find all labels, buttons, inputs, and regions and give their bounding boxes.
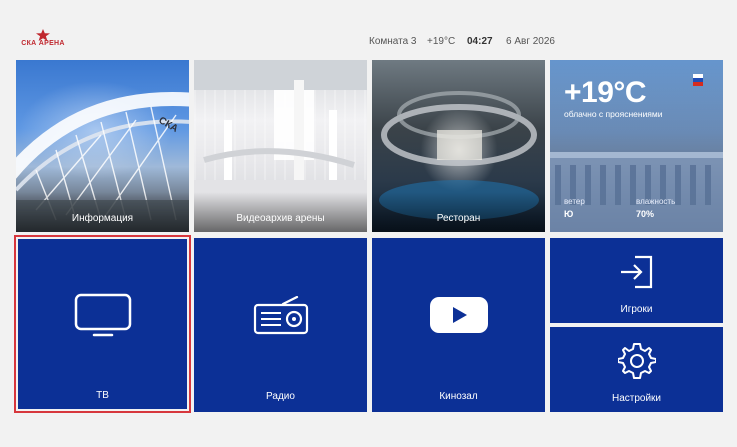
weather-temperature: +19°C (564, 76, 647, 109)
youtube-play-icon (430, 297, 488, 333)
tile-video-archive[interactable]: Видеоархив арены (194, 60, 367, 232)
svg-text:СКА: СКА (157, 115, 180, 135)
logo-text: СКА АРЕНА (21, 40, 65, 47)
tile-tv[interactable]: ТВ (14, 235, 191, 413)
wind-value: Ю (564, 209, 574, 219)
top-bar: СКА АРЕНА Комната 3 +19°C 04:27 6 Авг 20… (0, 0, 737, 58)
tile-radio[interactable]: Радио (194, 238, 367, 412)
label-shade (372, 192, 545, 232)
tile-information[interactable]: СКА Информация (16, 60, 189, 232)
gear-icon (618, 343, 656, 379)
header-temperature: +19°C (427, 36, 456, 47)
tile-cinema[interactable]: Кинозал (372, 238, 545, 412)
humidity-label: влажность (636, 197, 676, 206)
current-date: 6 Авг 2026 (506, 36, 555, 47)
clock-time: 04:27 (467, 36, 493, 47)
label-shade (16, 192, 189, 232)
tile-label: Кинозал (439, 391, 478, 402)
flag-icon (693, 74, 703, 86)
room-label: Комната 3 (369, 36, 417, 47)
tile-label: ТВ (96, 390, 109, 401)
tile-settings[interactable]: Настройки (550, 327, 723, 412)
tile-label: Информация (71, 213, 134, 224)
tile-restaurant[interactable]: Ресторан (372, 60, 545, 232)
login-arrow-icon (621, 255, 653, 289)
tile-label: Настройки (611, 393, 662, 404)
radio-icon (253, 296, 309, 335)
tile-label: Радио (266, 391, 295, 402)
tile-label: Ресторан (436, 213, 481, 224)
arena-logo: СКА АРЕНА (17, 29, 69, 51)
tv-icon (74, 293, 132, 337)
tile-label: Игроки (620, 304, 653, 315)
wind-label: ветер (564, 197, 585, 206)
humidity-value: 70% (636, 209, 655, 219)
tile-players[interactable]: Игроки (550, 238, 723, 323)
tile-label: Видеоархив арены (236, 213, 325, 224)
weather-description: облачно с прояснениями (564, 109, 663, 119)
label-shade (194, 192, 367, 232)
tile-weather[interactable]: +19°C облачно с прояснениями ветер Ю вла… (550, 60, 723, 232)
